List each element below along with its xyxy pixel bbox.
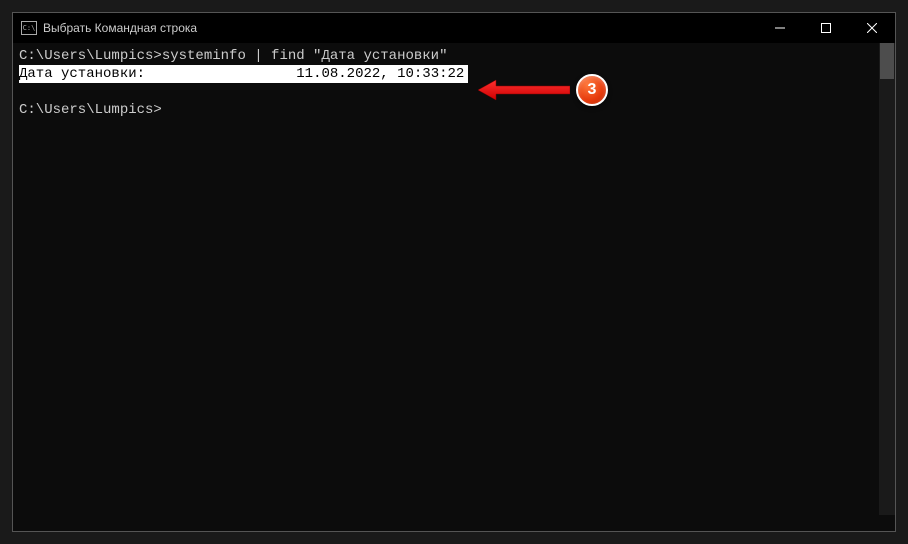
step-annotation: 3 xyxy=(478,74,608,106)
titlebar[interactable]: C:\ Выбрать Командная строка xyxy=(13,13,895,43)
output-highlighted: Дата установки: 11.08.2022, 10:33:22 xyxy=(19,65,468,83)
command-text: systeminfo | find "Дата установки" xyxy=(162,48,448,64)
vertical-scrollbar[interactable] xyxy=(879,43,895,515)
window-title: Выбрать Командная строка xyxy=(43,21,757,35)
prompt-2: C:\Users\Lumpics> xyxy=(19,102,162,118)
app-icon: C:\ xyxy=(21,21,37,35)
step-number: 3 xyxy=(588,81,597,99)
terminal-output[interactable]: C:\Users\Lumpics>systeminfo | find "Дата… xyxy=(13,43,879,515)
scrollbar-thumb[interactable] xyxy=(880,43,894,79)
close-button[interactable] xyxy=(849,13,895,43)
window-controls xyxy=(757,13,895,43)
arrow-icon xyxy=(478,78,570,102)
step-badge: 3 xyxy=(576,74,608,106)
output-label: Дата установки: xyxy=(19,66,145,82)
bottom-spacer xyxy=(13,515,895,531)
command-prompt-window: C:\ Выбрать Командная строка C:\Users\Lu… xyxy=(12,12,896,532)
app-icon-text: C:\ xyxy=(23,24,36,32)
content-area: C:\Users\Lumpics>systeminfo | find "Дата… xyxy=(13,43,895,515)
prompt-path: C:\Users\Lumpics> xyxy=(19,48,162,64)
prompt-1: C:\Users\Lumpics>systeminfo | find "Дата… xyxy=(19,48,447,64)
maximize-button[interactable] xyxy=(803,13,849,43)
output-spacing xyxy=(145,66,296,82)
minimize-button[interactable] xyxy=(757,13,803,43)
output-value: 11.08.2022, 10:33:22 xyxy=(296,66,464,82)
